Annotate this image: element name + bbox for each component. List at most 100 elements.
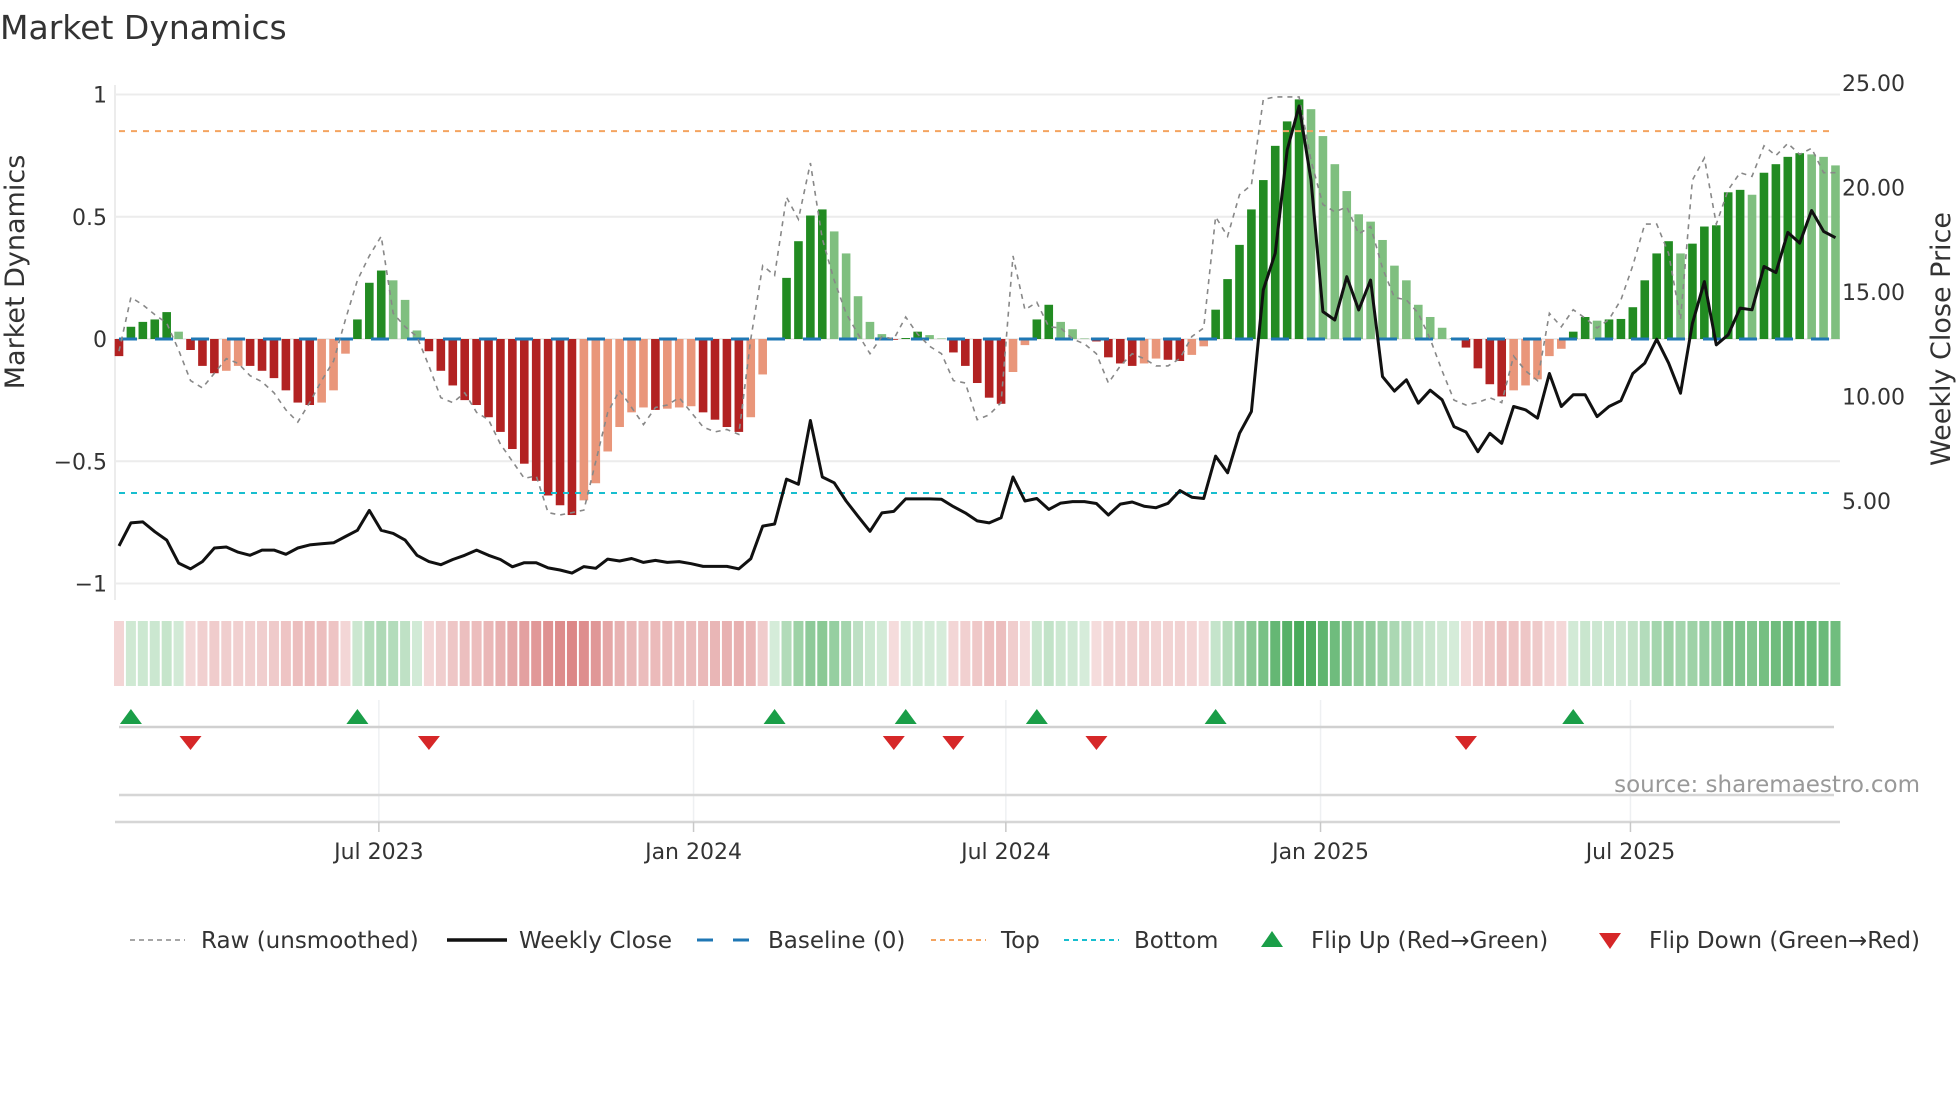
heat-cell — [1198, 621, 1209, 686]
heat-cell — [1437, 621, 1448, 686]
flip-up-marker — [1025, 709, 1048, 724]
heat-cell — [1174, 621, 1185, 686]
heat-cell — [1091, 621, 1102, 686]
bar — [1247, 209, 1256, 339]
bar — [1819, 156, 1828, 339]
bar — [293, 339, 303, 403]
legend: Raw (unsmoothed) Weekly Close Baseline (0)… — [130, 928, 1920, 954]
bar — [353, 319, 362, 339]
heat-cell — [1675, 621, 1686, 686]
bar — [615, 339, 624, 428]
heat-cell — [769, 621, 780, 686]
heat-cell — [781, 621, 792, 686]
bar — [508, 339, 517, 450]
bar — [317, 339, 326, 403]
heat-cell — [1604, 621, 1614, 686]
heat-cell — [1556, 621, 1567, 686]
bar — [627, 339, 636, 413]
x-tick-label: Jan 2024 — [643, 840, 742, 865]
heat-cell — [1806, 621, 1817, 686]
bar — [1187, 339, 1197, 355]
heat-cell — [876, 621, 887, 686]
heat-cell — [1818, 621, 1829, 686]
bar — [853, 296, 863, 339]
heat-cell — [125, 621, 136, 686]
bar — [1115, 339, 1125, 364]
heat-cell — [793, 621, 804, 686]
heat-cell — [1794, 621, 1805, 686]
bar — [651, 339, 660, 410]
bar — [1425, 316, 1435, 339]
bar — [221, 339, 231, 371]
bar — [1104, 339, 1113, 358]
heat-cell — [1472, 621, 1483, 686]
heat-cell — [221, 621, 232, 686]
heat-cell — [912, 621, 923, 686]
bar — [1497, 339, 1507, 397]
raw-line — [118, 96, 1836, 516]
heat-cell — [280, 621, 291, 686]
bar — [341, 339, 350, 354]
heat-cell — [602, 621, 613, 686]
bar — [734, 339, 744, 432]
bar — [496, 339, 505, 432]
bar — [305, 339, 315, 406]
legend-item-baseline: Baseline (0) — [697, 928, 905, 954]
heat-cell — [1043, 621, 1054, 686]
bar — [1437, 327, 1447, 339]
y2-axis-label: Weekly Close Price — [1926, 212, 1957, 466]
y-tick-label: 0.5 — [72, 206, 107, 231]
y-tick-label: 1 — [93, 84, 107, 109]
bar — [829, 231, 839, 339]
heat-cell — [733, 621, 744, 686]
bar — [1616, 318, 1626, 339]
flip-down-marker — [1085, 736, 1108, 750]
gridlines — [114, 85, 1840, 824]
legend-label: Weekly Close — [519, 928, 672, 954]
y-axis-label: Market Dynamics — [0, 155, 31, 390]
market-dynamics-chart: Market Dynamics 1 0.5 0 −0.5 −1 25.00 20.00 15.… — [0, 8, 1957, 954]
heat-cell — [1723, 621, 1734, 686]
heat-cell — [864, 621, 875, 686]
bar — [1521, 339, 1530, 386]
x-tick-label: Jul 2025 — [1584, 840, 1676, 865]
bar — [448, 339, 458, 386]
bar — [162, 312, 171, 339]
heat-cell — [114, 621, 124, 686]
heat-cell — [137, 621, 148, 686]
bar — [472, 339, 481, 406]
bar — [674, 339, 684, 408]
legend-label: Bottom — [1134, 928, 1218, 954]
bar — [817, 209, 827, 339]
bar — [484, 339, 493, 418]
bar — [1211, 309, 1220, 339]
heat-cell — [948, 621, 959, 686]
bar — [555, 339, 565, 506]
heat-cell — [1103, 621, 1114, 686]
heat-cell — [924, 621, 935, 686]
bar — [1473, 339, 1483, 369]
heat-cell — [435, 621, 446, 686]
bar — [1747, 194, 1757, 339]
heat-cell — [1127, 621, 1138, 686]
heat-cell — [662, 621, 673, 686]
heat-cell — [1460, 621, 1471, 686]
heat-cell — [1687, 621, 1698, 686]
heat-cell — [1186, 621, 1197, 686]
x-tick-label: Jan 2025 — [1270, 840, 1369, 865]
flip-down-marker — [1454, 736, 1477, 750]
bar — [138, 321, 148, 339]
heat-cell — [1639, 621, 1650, 686]
heat-cell — [1663, 621, 1674, 686]
bar — [698, 339, 708, 413]
heat-cell — [829, 621, 840, 686]
heat-cell — [1306, 621, 1316, 686]
bar — [1545, 339, 1554, 357]
bar — [269, 339, 279, 379]
bar — [758, 339, 767, 375]
heat-cell — [268, 621, 279, 686]
heat-cell — [400, 621, 411, 686]
heat-cell — [1830, 621, 1841, 686]
heat-cell — [1270, 621, 1281, 686]
heat-cell — [376, 621, 387, 686]
